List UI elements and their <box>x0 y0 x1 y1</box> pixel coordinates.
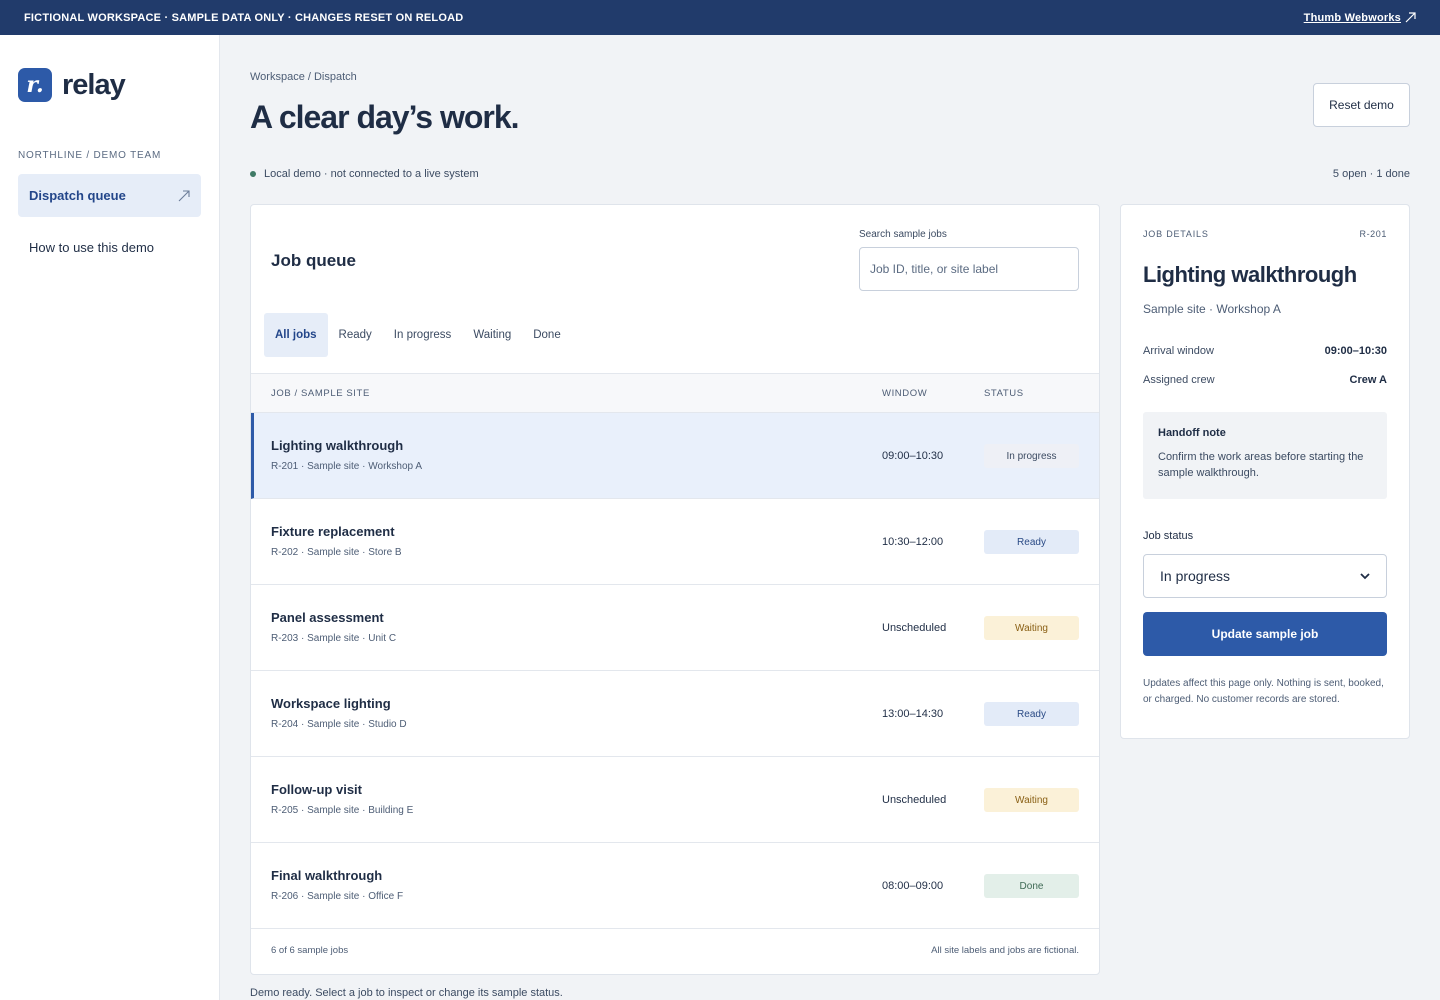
job-title: Panel assessment <box>271 610 384 625</box>
demo-banner: FICTIONAL WORKSPACE · SAMPLE DATA ONLY ·… <box>0 0 1440 35</box>
status-badge: Waiting <box>984 616 1079 640</box>
arrival-window-label: Arrival window <box>1143 345 1214 357</box>
column-header-status: STATUS <box>984 388 1024 399</box>
status-dot-icon <box>250 171 256 177</box>
banner-notice: FICTIONAL WORKSPACE · SAMPLE DATA ONLY ·… <box>24 11 464 24</box>
search-input[interactable] <box>859 247 1079 291</box>
tab-done[interactable]: Done <box>522 313 572 357</box>
details-title: Lighting walkthrough <box>1143 262 1357 287</box>
status-message: Demo ready. Select a job to inspect or c… <box>250 987 563 999</box>
job-window: 09:00–10:30 <box>882 450 944 462</box>
page-title: A clear day’s work. <box>250 99 520 135</box>
job-status-value: In progress <box>1160 568 1231 584</box>
status-badge: Ready <box>984 530 1079 554</box>
tab-waiting[interactable]: Waiting <box>462 313 522 357</box>
handoff-note: Handoff note Confirm the work areas befo… <box>1143 412 1387 499</box>
job-title: Lighting walkthrough <box>271 438 404 453</box>
table-row[interactable]: Fixture replacement R-202 · Sample site … <box>251 499 1099 585</box>
assigned-crew-row: Assigned crew Crew A <box>1143 374 1387 386</box>
arrival-window-value: 09:00–10:30 <box>1324 345 1387 357</box>
assigned-crew-value: Crew A <box>1349 374 1388 386</box>
job-title: Workspace lighting <box>271 696 391 711</box>
column-header-job: JOB / SAMPLE SITE <box>271 388 370 399</box>
job-counts: 5 open · 1 done <box>1332 168 1410 180</box>
arrival-window-row: Arrival window 09:00–10:30 <box>1143 345 1387 357</box>
reset-demo-button[interactable]: Reset demo <box>1313 83 1410 127</box>
sidebar-item-label: Dispatch queue <box>29 188 126 203</box>
table-header: JOB / SAMPLE SITE WINDOW STATUS <box>251 373 1099 413</box>
job-queue-title: Job queue <box>271 251 357 270</box>
job-window: Unscheduled <box>882 622 947 634</box>
status-tabs: All jobs Ready In progress Waiting Done <box>264 313 572 357</box>
search-label: Search sample jobs <box>859 229 947 240</box>
details-footer-note: Updates affect this page only. Nothing i… <box>1143 678 1384 705</box>
job-window: 08:00–09:00 <box>882 880 944 892</box>
status-badge: Done <box>984 874 1079 898</box>
handoff-note-title: Handoff note <box>1158 427 1226 439</box>
job-meta: R-203 · Sample site · Unit C <box>271 633 397 644</box>
job-details-panel: JOB DETAILS R-201 Lighting walkthrough S… <box>1120 204 1410 739</box>
update-job-button[interactable]: Update sample job <box>1143 612 1387 656</box>
job-title: Final walkthrough <box>271 868 383 883</box>
credit-label: Thumb Webworks <box>1303 11 1401 24</box>
job-meta: R-205 · Sample site · Building E <box>271 805 414 816</box>
job-title: Follow-up visit <box>271 782 362 797</box>
logo[interactable]: r. relay <box>18 68 126 102</box>
handoff-note-body: Confirm the work areas before starting t… <box>1158 451 1364 479</box>
column-header-window: WINDOW <box>882 388 928 399</box>
job-queue-panel: Job queue Search sample jobs All jobs Re… <box>250 204 1100 975</box>
job-title: Fixture replacement <box>271 524 395 539</box>
table-row[interactable]: Panel assessment R-203 · Sample site · U… <box>251 585 1099 671</box>
sidebar-item-label: How to use this demo <box>29 240 155 255</box>
status-badge: Ready <box>984 702 1079 726</box>
sidebar: r. relay NORTHLINE / DEMO TEAM Dispatch … <box>0 35 220 1000</box>
job-meta: R-201 · Sample site · Workshop A <box>271 461 422 472</box>
details-site: Sample site · Workshop A <box>1143 302 1281 316</box>
arrow-up-right-icon <box>178 189 190 201</box>
table-row[interactable]: Lighting walkthrough R-201 · Sample site… <box>251 413 1099 499</box>
external-link-icon <box>1405 12 1416 23</box>
tab-ready[interactable]: Ready <box>328 313 383 357</box>
breadcrumb: Workspace / Dispatch <box>250 71 357 83</box>
job-window: Unscheduled <box>882 794 947 806</box>
job-status-label: Job status <box>1143 530 1194 542</box>
fictional-note: All site labels and jobs are fictional. <box>931 945 1079 956</box>
job-meta: R-206 · Sample site · Office F <box>271 891 404 902</box>
table-row[interactable]: Workspace lighting R-204 · Sample site ·… <box>251 671 1099 757</box>
assigned-crew-label: Assigned crew <box>1143 374 1215 386</box>
table-footer: 6 of 6 sample jobs All site labels and j… <box>271 945 1079 956</box>
job-count: 6 of 6 sample jobs <box>271 945 349 956</box>
details-job-id: R-201 <box>1359 229 1387 239</box>
credit-link[interactable]: Thumb Webworks <box>1304 12 1416 24</box>
tab-all-jobs[interactable]: All jobs <box>264 313 328 357</box>
tab-in-progress[interactable]: In progress <box>383 313 463 357</box>
details-label: JOB DETAILS <box>1143 229 1209 239</box>
logo-text: relay <box>62 68 126 101</box>
sidebar-item-dispatch-queue[interactable]: Dispatch queue <box>18 174 201 217</box>
connection-status-text: Local demo · not connected to a live sys… <box>264 168 479 180</box>
job-window: 10:30–12:00 <box>882 536 944 548</box>
chevron-down-icon <box>1360 572 1370 579</box>
job-status-select[interactable]: In progress <box>1143 554 1387 598</box>
sidebar-item-how-to-use[interactable]: How to use this demo <box>18 226 201 269</box>
table-row[interactable]: Final walkthrough R-206 · Sample site · … <box>251 843 1099 929</box>
status-badge: Waiting <box>984 788 1079 812</box>
status-badge: In progress <box>984 444 1079 468</box>
team-label: NORTHLINE / DEMO TEAM <box>18 150 162 161</box>
job-meta: R-202 · Sample site · Store B <box>271 547 402 558</box>
logo-mark: r. <box>18 68 52 102</box>
connection-status: Local demo · not connected to a live sys… <box>250 168 479 180</box>
table-row[interactable]: Follow-up visit R-205 · Sample site · Bu… <box>251 757 1099 843</box>
job-window: 13:00–14:30 <box>882 708 944 720</box>
job-meta: R-204 · Sample site · Studio D <box>271 719 407 730</box>
